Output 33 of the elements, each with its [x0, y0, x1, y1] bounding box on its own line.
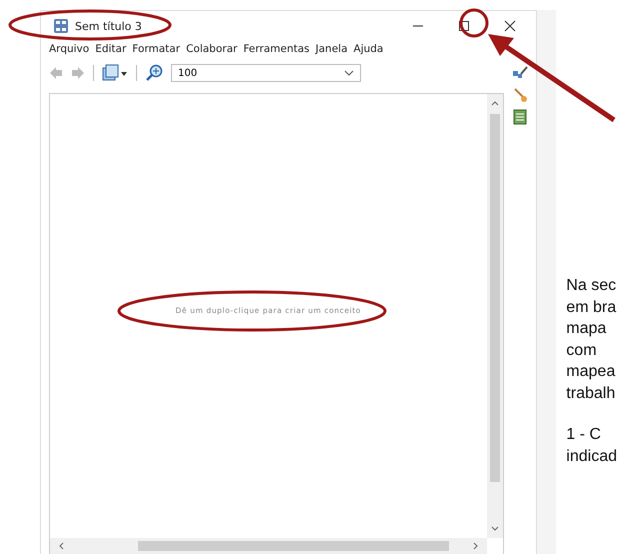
- app-icon: [53, 18, 69, 34]
- body-text-line: Na sec: [566, 276, 617, 296]
- brush-icon[interactable]: [512, 87, 528, 103]
- window-title: Sem título 3: [75, 20, 142, 32]
- document-icon[interactable]: [512, 109, 528, 125]
- vertical-scrollbar[interactable]: [486, 94, 503, 538]
- body-text-line: em bra: [566, 298, 617, 318]
- menu-item[interactable]: Editar: [95, 43, 126, 55]
- body-text-line: indicad: [566, 446, 617, 466]
- chevron-down-icon[interactable]: [344, 70, 354, 76]
- menu-item[interactable]: Janela: [316, 43, 348, 55]
- maximize-icon: [458, 20, 470, 32]
- close-icon: [504, 20, 516, 32]
- horizontal-scrollbar[interactable]: [50, 538, 487, 554]
- view-dropdown-icon[interactable]: [102, 64, 128, 82]
- body-text-line: trabalh: [566, 384, 616, 404]
- zoom-icon[interactable]: [145, 64, 163, 82]
- scroll-right-icon[interactable]: [472, 542, 479, 550]
- menu-item[interactable]: Formatar: [132, 43, 180, 55]
- menu-item[interactable]: Ferramentas: [243, 43, 310, 55]
- menu-item[interactable]: Colaborar: [186, 43, 238, 55]
- menu-item[interactable]: Ajuda: [354, 43, 384, 55]
- menu-item[interactable]: Arquivo: [49, 43, 90, 55]
- scroll-up-icon[interactable]: [490, 100, 499, 106]
- zoom-combo[interactable]: 100: [171, 64, 361, 82]
- body-text-line: mapea: [566, 362, 616, 382]
- annotation-circle: [460, 8, 488, 38]
- body-text-line: mapa: [566, 319, 608, 339]
- body-text-line: 1 - C: [566, 425, 602, 445]
- scroll-left-icon[interactable]: [58, 542, 64, 550]
- scroll-down-icon[interactable]: [490, 526, 499, 532]
- pencil-icon[interactable]: [512, 65, 528, 81]
- body-text-line: com: [566, 340, 598, 360]
